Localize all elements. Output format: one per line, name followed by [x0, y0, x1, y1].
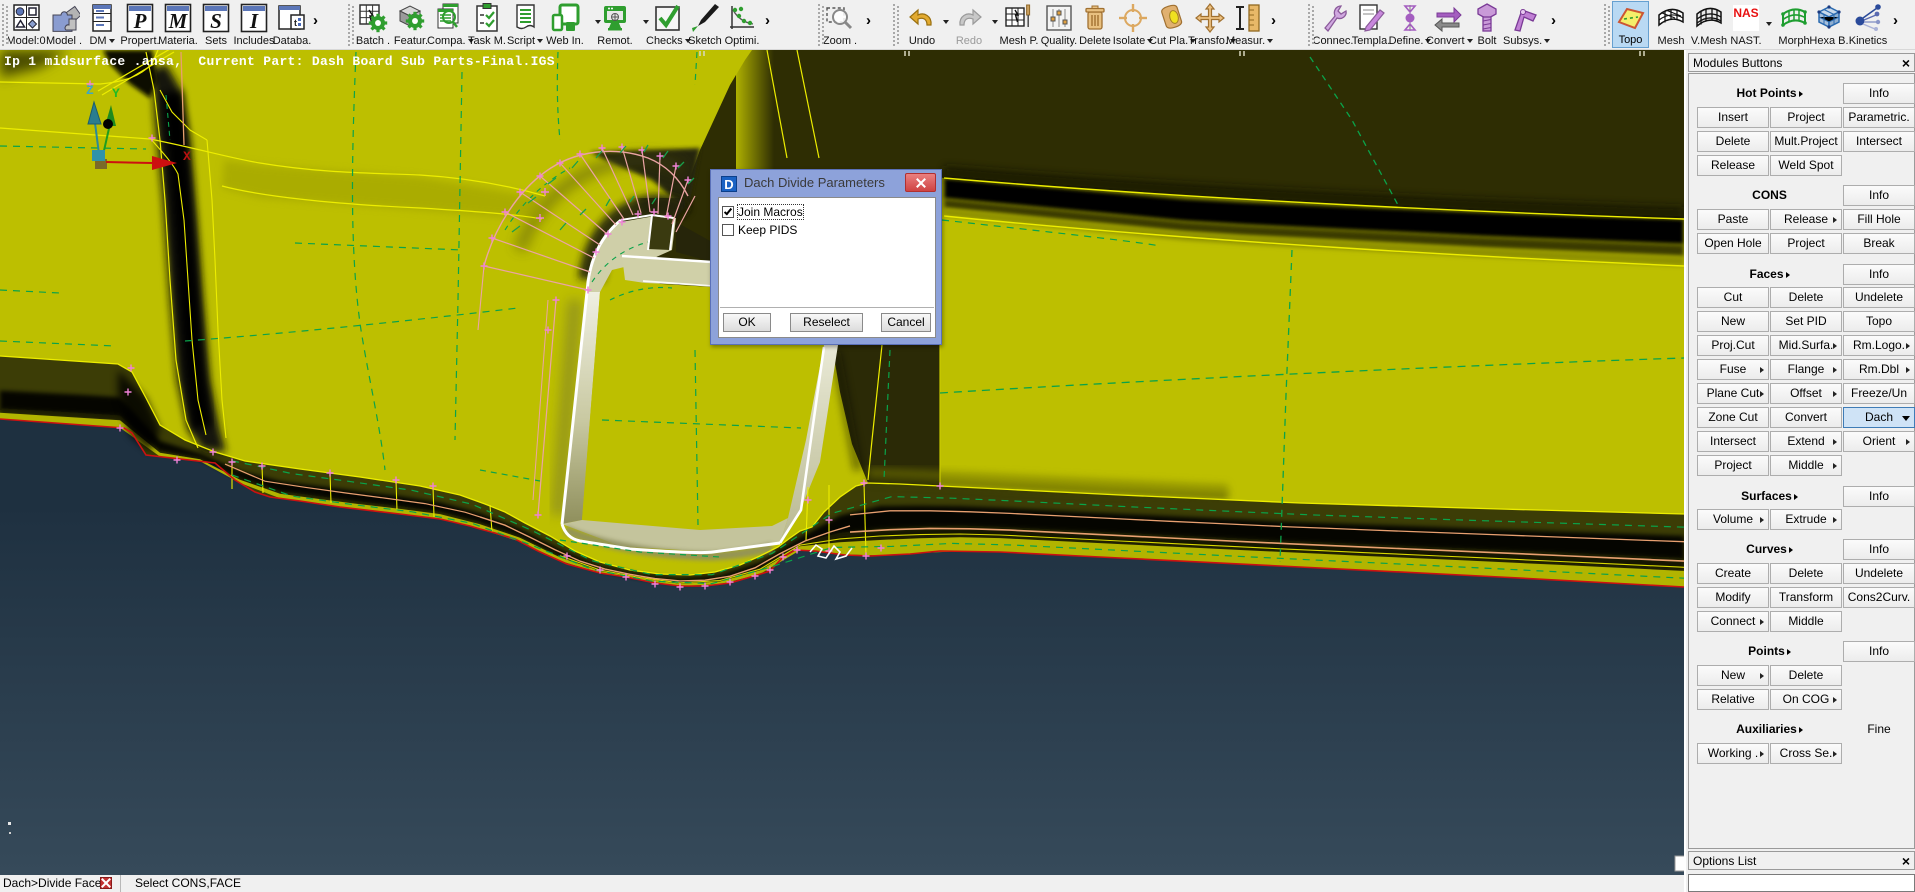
svg-text:NAS: NAS	[1733, 6, 1758, 20]
svg-text:P: P	[133, 9, 147, 33]
svg-text:Z: Z	[86, 83, 94, 98]
svg-text:t: t	[294, 18, 297, 28]
svg-text:I: I	[249, 9, 259, 33]
svg-text:S: S	[210, 9, 222, 33]
svg-text:X: X	[183, 149, 191, 164]
svg-text:M: M	[168, 9, 189, 33]
svg-text:Y: Y	[112, 86, 120, 101]
